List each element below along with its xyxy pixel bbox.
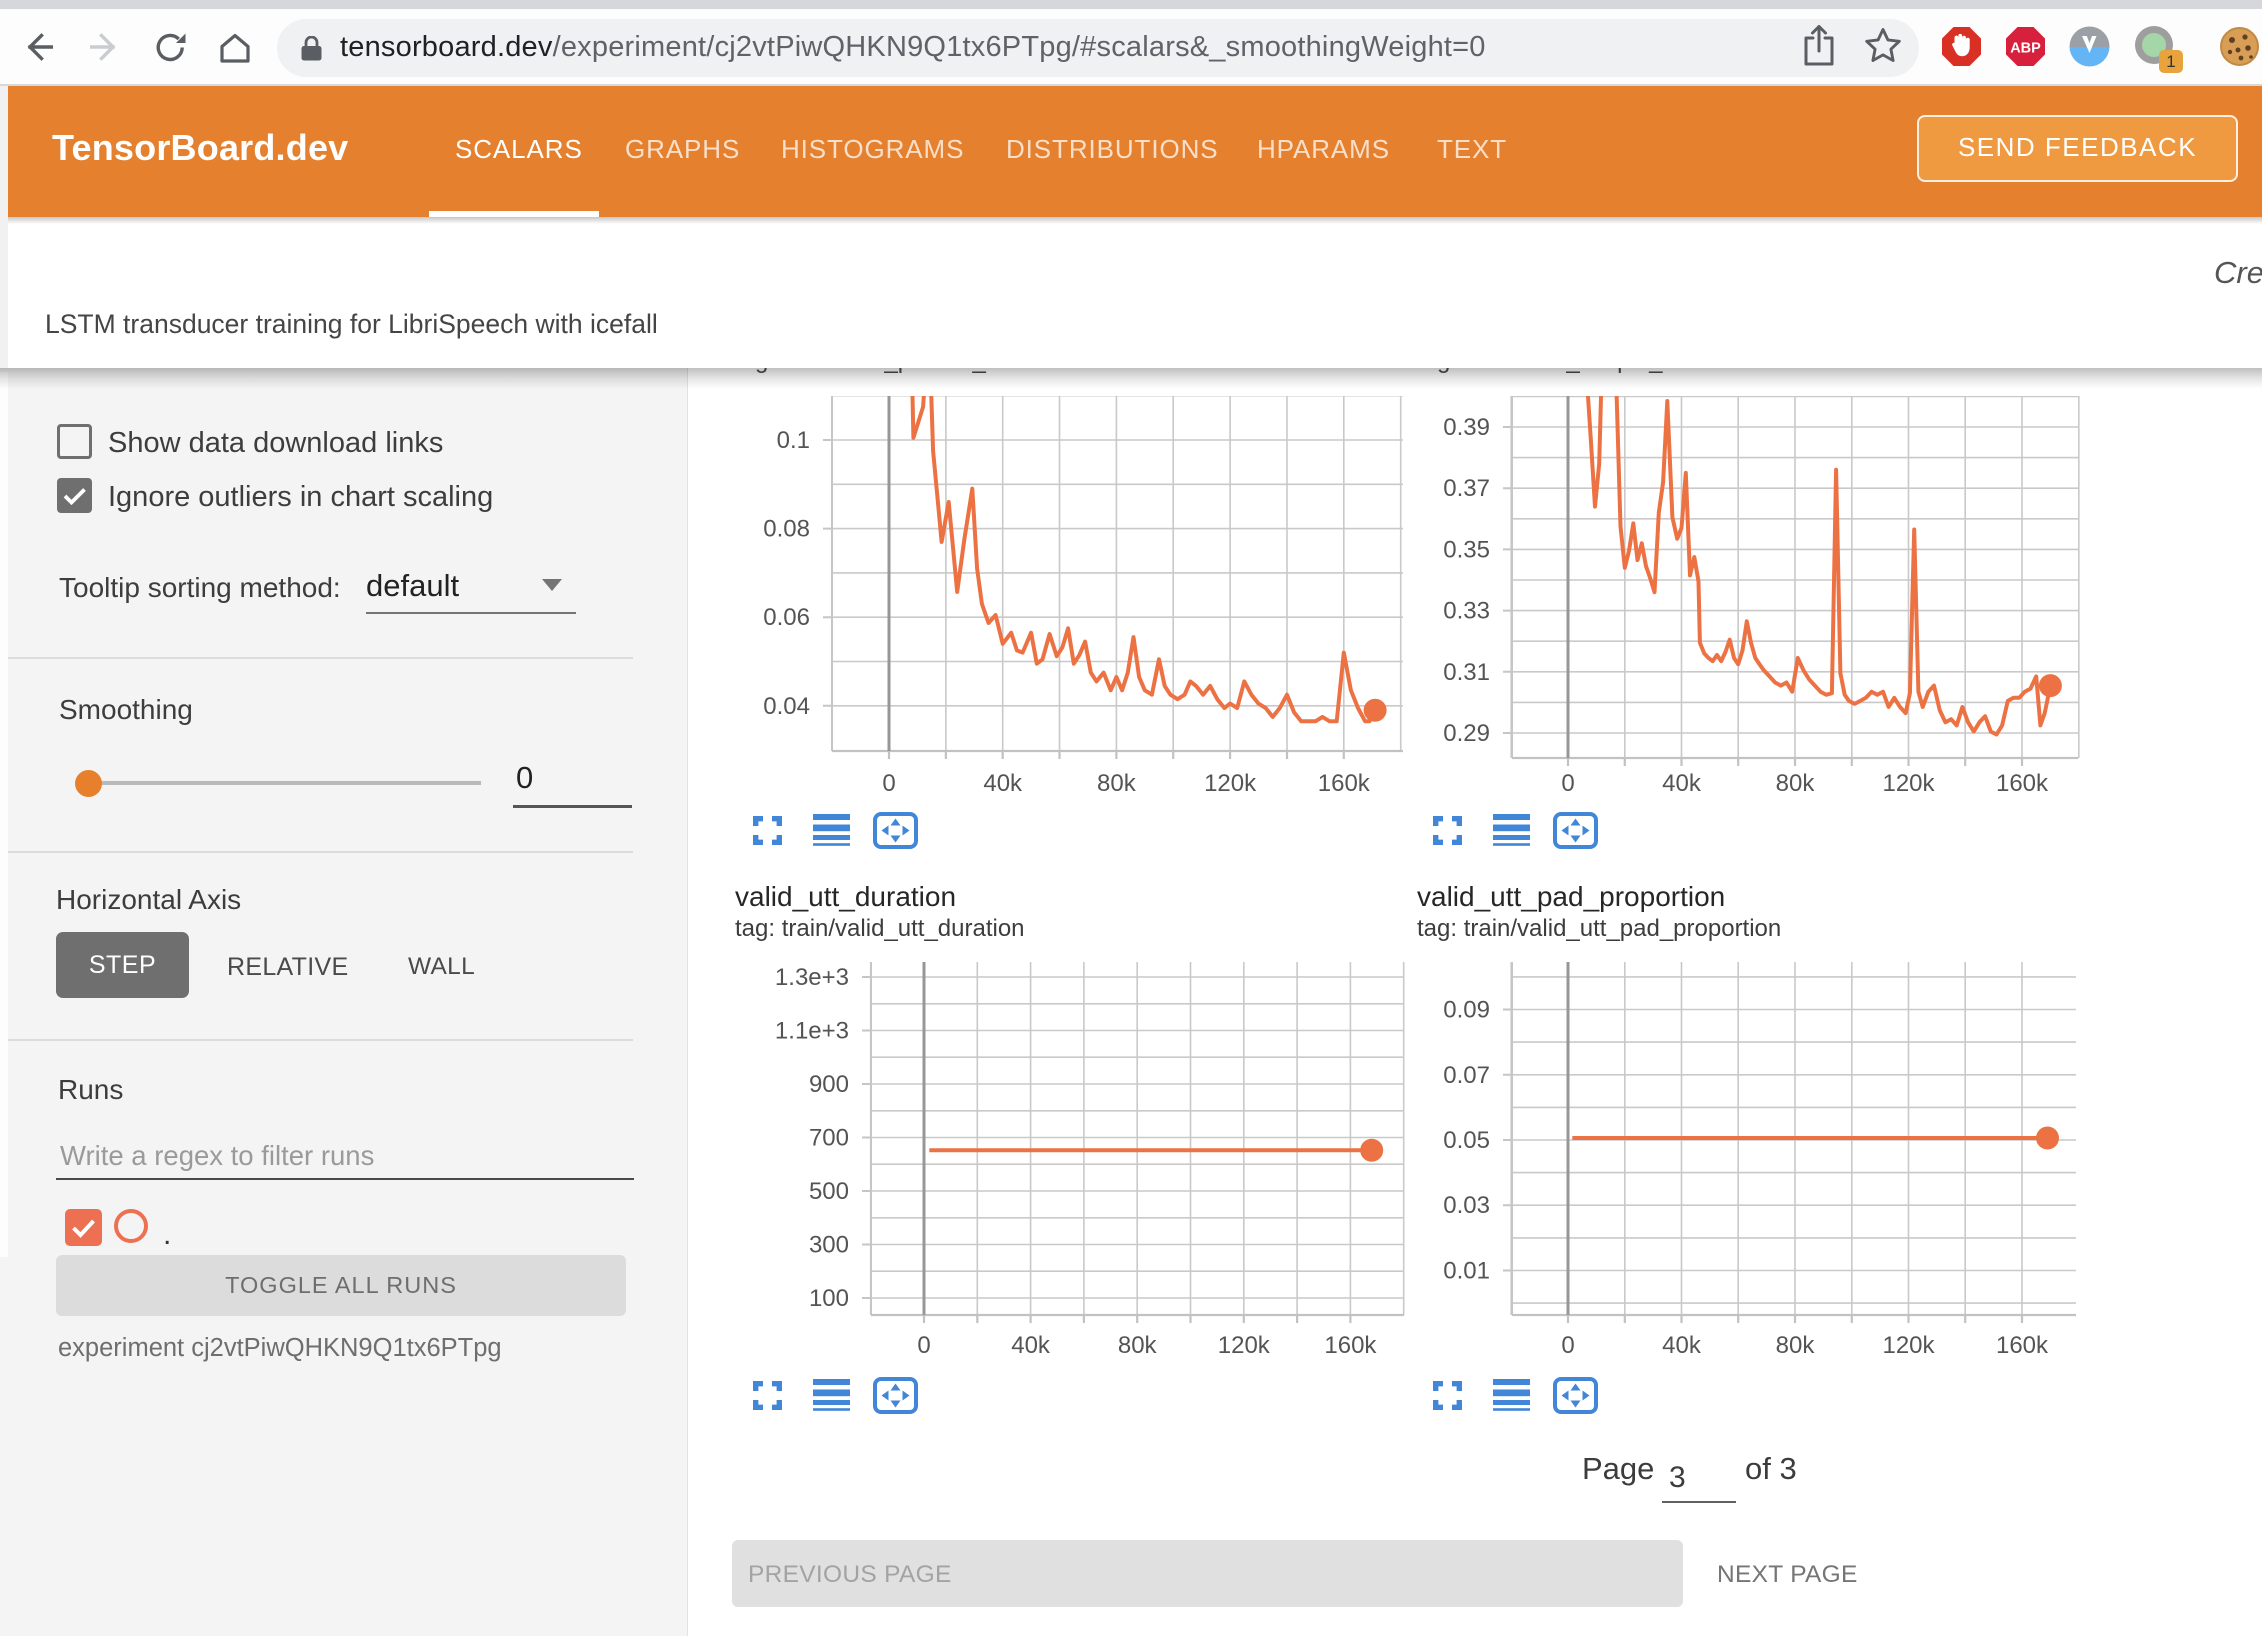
svg-text:0: 0 — [882, 770, 895, 797]
svg-text:160k: 160k — [1324, 1332, 1377, 1359]
svg-text:0.04: 0.04 — [763, 693, 810, 720]
svg-text:40k: 40k — [1011, 1332, 1051, 1359]
svg-text:0.39: 0.39 — [1443, 414, 1490, 441]
svg-text:80k: 80k — [1776, 1332, 1816, 1359]
svg-text:0: 0 — [1561, 1332, 1574, 1359]
svg-text:0.03: 0.03 — [1443, 1192, 1490, 1219]
svg-text:500: 500 — [809, 1178, 849, 1205]
svg-text:0.35: 0.35 — [1443, 536, 1490, 563]
svg-text:0: 0 — [917, 1332, 930, 1359]
svg-text:700: 700 — [809, 1125, 849, 1152]
svg-text:80k: 80k — [1776, 770, 1816, 797]
svg-text:80k: 80k — [1118, 1332, 1158, 1359]
svg-text:120k: 120k — [1204, 770, 1257, 797]
svg-text:0.05: 0.05 — [1443, 1127, 1490, 1154]
svg-text:0.31: 0.31 — [1443, 659, 1490, 686]
svg-text:ABP: ABP — [2010, 41, 2041, 57]
svg-text:300: 300 — [809, 1232, 849, 1259]
svg-text:0.29: 0.29 — [1443, 720, 1490, 747]
svg-text:900: 900 — [809, 1071, 849, 1098]
svg-text:40k: 40k — [1662, 1332, 1702, 1359]
svg-text:40k: 40k — [983, 770, 1023, 797]
svg-text:0.33: 0.33 — [1443, 598, 1490, 625]
svg-text:0: 0 — [1561, 770, 1574, 797]
svg-text:1: 1 — [2166, 52, 2175, 71]
svg-text:0.01: 0.01 — [1443, 1258, 1490, 1285]
svg-text:160k: 160k — [1996, 770, 2049, 797]
svg-text:120k: 120k — [1218, 1332, 1271, 1359]
svg-text:0.07: 0.07 — [1443, 1062, 1490, 1089]
svg-text:1.1e+3: 1.1e+3 — [775, 1018, 849, 1045]
svg-text:120k: 120k — [1882, 1332, 1935, 1359]
svg-text:0.06: 0.06 — [763, 604, 810, 631]
svg-text:0.1: 0.1 — [777, 427, 810, 454]
svg-text:40k: 40k — [1662, 770, 1702, 797]
svg-text:160k: 160k — [1996, 1332, 2049, 1359]
svg-text:120k: 120k — [1882, 770, 1935, 797]
svg-text:0.09: 0.09 — [1443, 997, 1490, 1024]
svg-text:0.08: 0.08 — [763, 516, 810, 543]
svg-text:80k: 80k — [1097, 770, 1137, 797]
svg-text:0.37: 0.37 — [1443, 475, 1490, 502]
svg-text:100: 100 — [809, 1285, 849, 1312]
svg-text:160k: 160k — [1318, 770, 1371, 797]
svg-text:1.3e+3: 1.3e+3 — [775, 964, 849, 991]
